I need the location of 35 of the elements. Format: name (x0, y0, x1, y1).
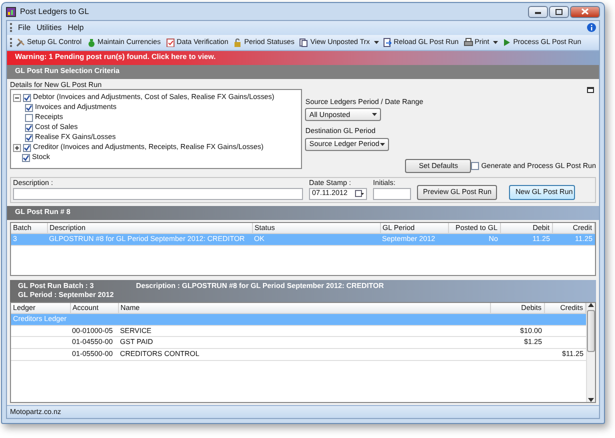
document-arrow-icon (382, 38, 392, 47)
minimize-button[interactable] (528, 6, 548, 18)
tools-icon (16, 38, 25, 47)
initials-field[interactable] (373, 188, 411, 200)
checkbox[interactable] (23, 144, 31, 152)
scroll-down-icon (588, 398, 594, 402)
caret-icon (380, 142, 386, 146)
app-icon (6, 6, 16, 16)
caret-icon (372, 113, 378, 116)
clipboard-icon (166, 38, 175, 47)
info-icon (587, 23, 596, 32)
window-title: Post Ledgers to GL (20, 6, 89, 16)
description-field[interactable] (13, 188, 303, 200)
maximize-button[interactable] (549, 6, 569, 18)
checkbox[interactable] (471, 162, 480, 170)
money-bag-icon (86, 38, 96, 47)
scroll-thumb[interactable] (587, 310, 595, 352)
maximize-icon (555, 8, 563, 14)
checkbox[interactable] (25, 104, 33, 112)
close-icon (581, 8, 589, 15)
maximize-icon (587, 86, 594, 93)
checkbox[interactable] (25, 114, 33, 122)
checkbox[interactable] (25, 134, 33, 142)
checkbox[interactable] (22, 154, 30, 162)
checkbox[interactable] (23, 94, 31, 102)
collapse-icon[interactable] (13, 94, 21, 102)
document-icon (299, 38, 308, 47)
calendar-icon (355, 190, 364, 198)
printer-icon (464, 38, 473, 47)
lock-icon (233, 38, 242, 47)
scrollbar[interactable] (586, 302, 595, 402)
close-button[interactable] (570, 6, 600, 18)
play-icon (502, 38, 512, 47)
expand-icon[interactable] (13, 144, 21, 152)
checkbox[interactable] (25, 124, 33, 132)
